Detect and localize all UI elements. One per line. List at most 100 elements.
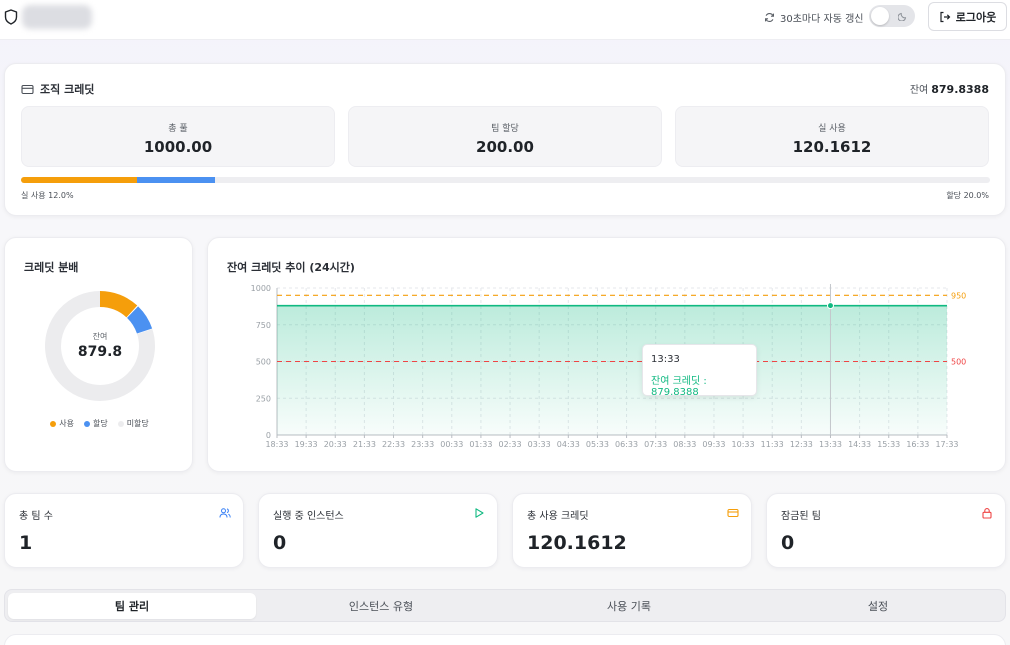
x-tick-label: 14:33	[848, 440, 871, 449]
stat-label: 총 풀	[168, 124, 188, 134]
tab-content-panel	[4, 634, 1006, 645]
org-credit-title-text: 조직 크레딧	[40, 83, 95, 96]
x-tick-label: 03:33	[528, 440, 551, 449]
metric-value: 0	[781, 532, 795, 554]
x-tick-label: 15:33	[877, 440, 900, 449]
top-bar: 30초마다 자동 갱신 로그아웃	[0, 0, 1010, 40]
usage-bar-used-segment	[21, 177, 138, 183]
x-tick-label: 20:33	[324, 440, 347, 449]
credit-distribution-card: 크레딧 분배 잔여 879.8 사용 할당 미할당	[4, 237, 193, 472]
donut-center: 잔여 879.8	[43, 289, 157, 403]
x-tick-label: 02:33	[499, 440, 522, 449]
x-tick-label: 21:33	[353, 440, 376, 449]
legend-swatch	[50, 420, 57, 427]
x-tick-label: 22:33	[382, 440, 405, 449]
x-tick-label: 10:33	[732, 440, 755, 449]
org-balance: 잔여 879.8388	[910, 81, 989, 96]
x-tick-label: 01:33	[469, 440, 492, 449]
legend-label: 할당	[92, 419, 108, 428]
tab-usage-history[interactable]: 사용 기록	[505, 593, 753, 619]
credit-usage-bar	[21, 177, 990, 183]
y-tick-label: 250	[256, 394, 271, 403]
auto-refresh-label: 30초마다 자동 갱신	[780, 13, 864, 25]
tab-instance-types[interactable]: 인스턴스 유형	[257, 593, 505, 619]
x-tick-label: 18:33	[265, 440, 288, 449]
legend-item-allocated: 할당	[83, 418, 108, 429]
metric-value: 1	[19, 532, 33, 554]
metric-total-used-credit: 총 사용 크레딧 120.1612	[512, 493, 752, 568]
brand-logo-blurred	[22, 5, 92, 29]
x-tick-label: 00:33	[440, 440, 463, 449]
x-tick-label: 09:33	[702, 440, 725, 449]
tab-settings[interactable]: 설정	[754, 593, 1002, 619]
org-credit-title: 조직 크레딧	[21, 81, 94, 97]
logout-icon	[940, 11, 951, 22]
trend-title: 잔여 크레딧 추이 (24시간)	[227, 261, 355, 274]
stat-label: 팀 할당	[491, 124, 519, 134]
hover-data-point	[826, 302, 834, 310]
x-tick-label: 13:33	[819, 440, 842, 449]
stat-value: 120.1612	[792, 138, 872, 156]
metric-label: 실행 중 인스턴스	[273, 511, 344, 522]
org-balance-value: 879.8388	[931, 83, 989, 96]
credit-card-icon	[21, 84, 34, 94]
logout-button[interactable]: 로그아웃	[928, 2, 1007, 31]
metric-value: 0	[273, 532, 287, 554]
refresh-icon	[765, 12, 774, 22]
stat-team-allocation: 팀 할당 200.00	[348, 106, 662, 167]
dark-mode-toggle[interactable]	[869, 5, 915, 27]
metric-total-teams: 총 팀 수 1	[4, 493, 244, 568]
tab-team-management[interactable]: 팀 관리	[8, 593, 256, 619]
stat-value: 200.00	[476, 138, 534, 156]
logout-label: 로그아웃	[955, 10, 997, 24]
metric-label: 총 팀 수	[19, 511, 53, 522]
donut-center-value: 879.8	[77, 344, 123, 360]
legend-swatch	[117, 420, 124, 427]
x-tick-label: 12:33	[790, 440, 813, 449]
metric-locked-teams: 잠금된 팀 0	[766, 493, 1006, 568]
donut-center-label: 잔여	[92, 332, 108, 341]
org-credit-card: 조직 크레딧 잔여 879.8388 총 풀 1000.00 팀 할당 200.0…	[4, 63, 1006, 216]
stat-label: 실 사용	[818, 124, 846, 134]
org-balance-label: 잔여	[909, 85, 929, 96]
metric-label: 잠금된 팀	[781, 511, 821, 522]
usage-used-percent: 실 사용 12.0%	[21, 191, 74, 200]
usage-bar-allocated-segment	[137, 177, 215, 183]
metric-label: 총 사용 크레딧	[527, 511, 589, 522]
metric-value: 120.1612	[527, 532, 627, 554]
legend-swatch	[83, 420, 90, 427]
stat-actual-usage: 실 사용 120.1612	[675, 106, 989, 167]
x-tick-label: 04:33	[557, 440, 580, 449]
distribution-title: 크레딧 분배	[24, 261, 79, 274]
legend-label: 미할당	[126, 419, 149, 428]
x-tick-label: 16:33	[906, 440, 929, 449]
chart-tooltip: 13:33 잔여 크레딧 : 879.8388	[642, 344, 757, 398]
tooltip-time: 13:33	[651, 354, 680, 365]
y-tick-label: 1000	[251, 284, 271, 293]
y-tick-label: 500	[256, 358, 271, 367]
usage-allocated-percent: 할당 20.0%	[946, 191, 989, 200]
main-tabs: 팀 관리 인스턴스 유형 사용 기록 설정	[4, 589, 1006, 622]
x-tick-label: 23:33	[411, 440, 434, 449]
x-tick-label: 11:33	[761, 440, 784, 449]
reference-line-label: 500	[951, 358, 966, 367]
distribution-legend: 사용 할당 미할당	[5, 418, 194, 429]
lock-icon	[982, 508, 992, 519]
x-tick-label: 06:33	[615, 440, 638, 449]
stat-value: 1000.00	[143, 138, 213, 156]
stat-total-pool: 총 풀 1000.00	[21, 106, 335, 167]
series-area	[277, 305, 947, 435]
shield-icon	[4, 9, 18, 25]
credit-card-icon	[727, 508, 739, 518]
y-tick-label: 750	[256, 321, 271, 330]
users-icon	[219, 508, 231, 518]
x-tick-label: 05:33	[586, 440, 609, 449]
metric-running-instances: 실행 중 인스턴스 0	[258, 493, 498, 568]
tooltip-value: 잔여 크레딧 : 879.8388	[651, 376, 707, 398]
x-tick-label: 07:33	[644, 440, 667, 449]
legend-label: 사용	[59, 419, 74, 428]
x-tick-label: 19:33	[295, 440, 318, 449]
y-tick-label: 0	[266, 431, 271, 440]
reference-line-label: 950	[951, 291, 966, 300]
legend-item-used: 사용	[50, 418, 74, 429]
